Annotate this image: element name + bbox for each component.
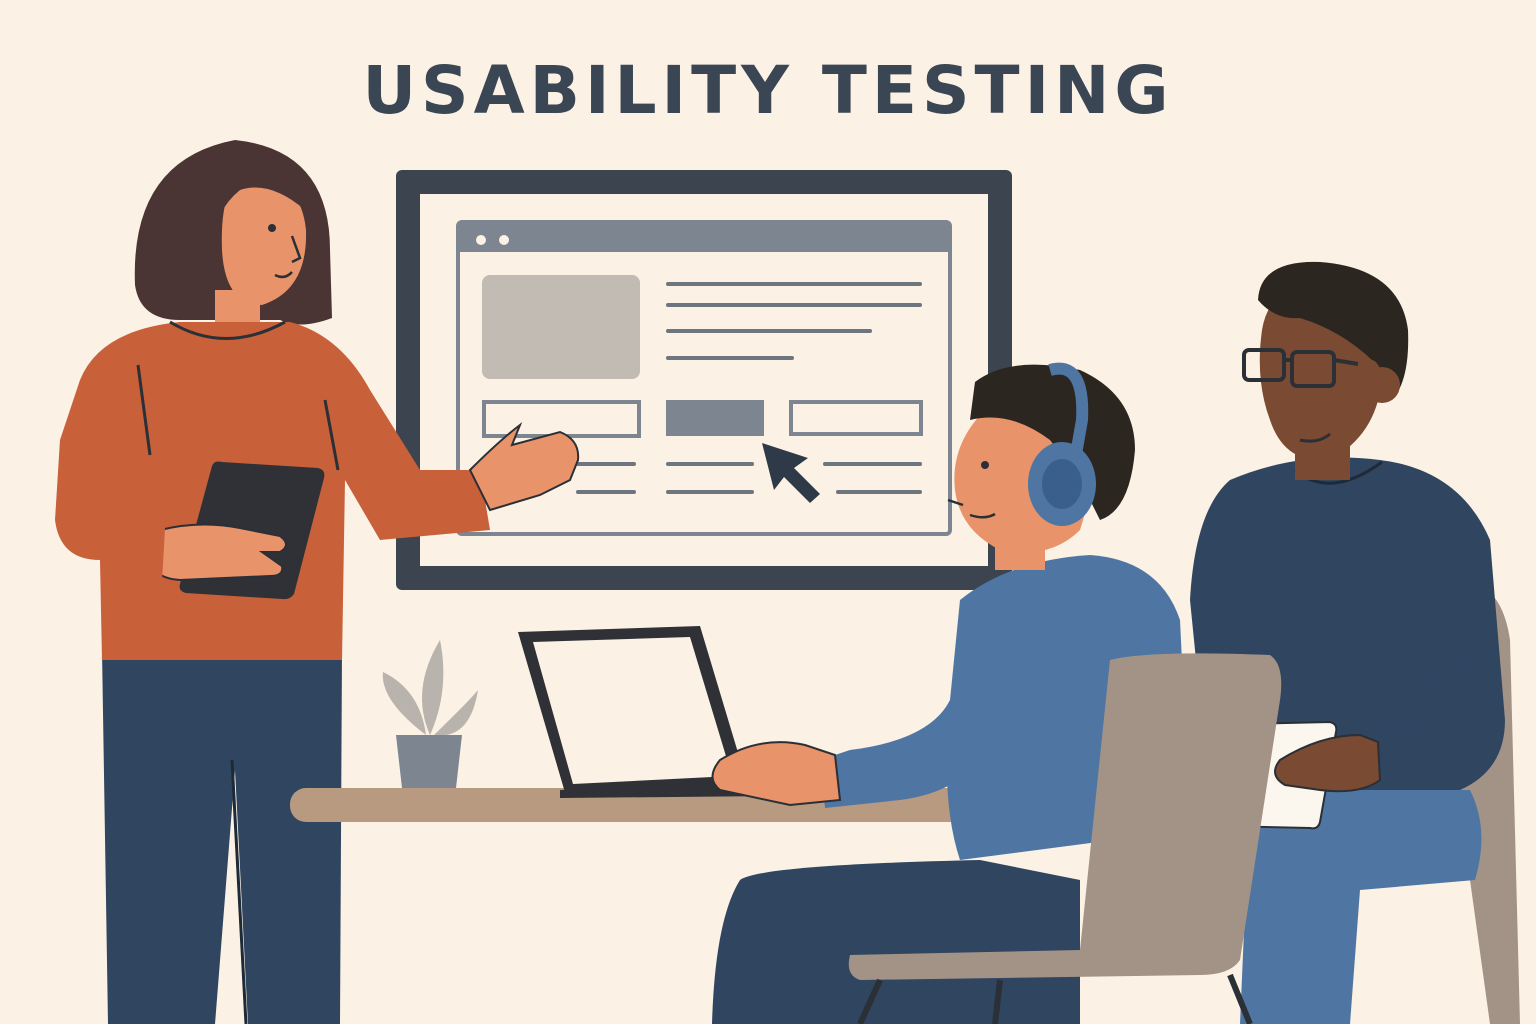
potted-plant: [382, 640, 478, 788]
scene-artwork: [55, 140, 1520, 1024]
window-dot-icon: [476, 235, 486, 245]
wireframe-button-primary: [666, 400, 764, 436]
usability-testing-illustration: USABILITY TESTING: [0, 0, 1536, 1024]
window-dot-icon: [499, 235, 509, 245]
image-placeholder: [482, 275, 640, 379]
